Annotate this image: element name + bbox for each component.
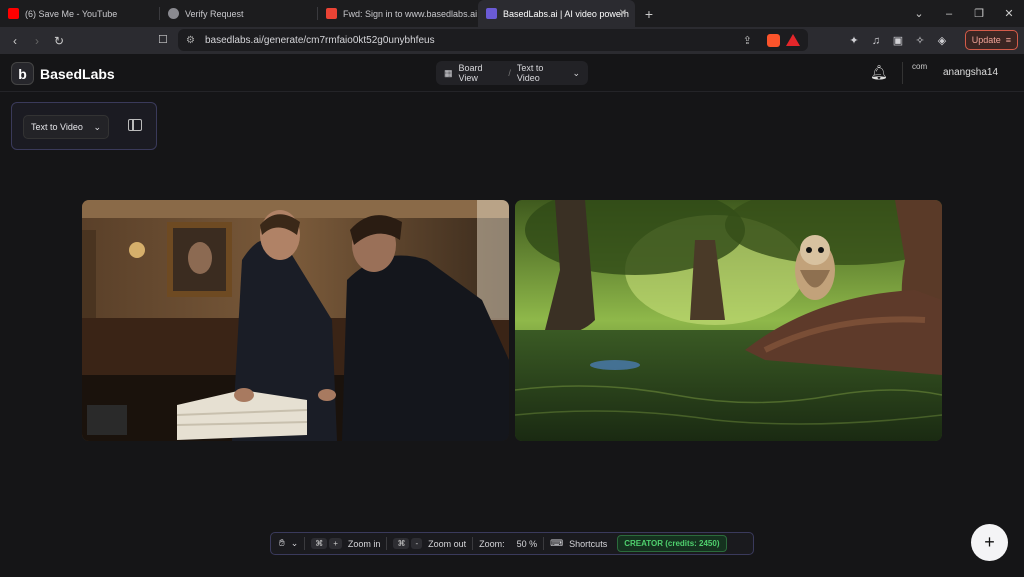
credits-badge[interactable]: CREATOR (credits: 2450) [617,535,727,552]
plus-icon: + [984,532,995,552]
office-scene-image [82,200,509,441]
gmail-icon [326,8,337,19]
sidebar-icon[interactable]: ▣ [892,34,904,47]
brave-rewards-icon[interactable] [786,34,800,46]
hand-tool-icon[interactable]: ✋︎ [279,538,285,549]
brave-shields-icon[interactable] [767,33,780,47]
chevron-down-icon: ⌄ [93,121,101,132]
kbd-minus: - [411,538,423,549]
extension-icons: ✦ ♫ ▣ ✧ ◈ [848,27,948,54]
bookmark-icon[interactable]: ☐ [158,33,168,46]
globe-icon [168,8,179,19]
tab-title: Fwd: Sign in to www.basedlabs.ai - c [343,8,478,19]
reload-button[interactable]: ↻ [48,34,70,48]
chevron-down-icon[interactable]: ⌄ [291,538,299,549]
generated-video-card[interactable] [82,200,509,441]
kbd-plus: + [329,538,342,549]
notification-bell-icon[interactable]: 🔔︎ [870,64,888,81]
breadcrumb-board-view[interactable]: Board View [459,63,503,83]
username[interactable]: anangsha14 [943,67,998,78]
shortcuts-button[interactable]: Shortcuts [569,539,607,549]
owl-forest-scene-image [515,200,942,441]
youtube-icon [8,8,19,19]
zoom-out-button[interactable]: Zoom out [428,539,466,549]
maximize-button[interactable]: ❐ [964,7,994,20]
url-text: basedlabs.ai/generate/cm7rmfaio0kt52g0un… [204,34,435,46]
kbd-cmd: ⌘ [311,538,328,549]
minimize-button[interactable]: – [934,8,964,20]
address-bar[interactable]: ⚙ basedlabs.ai/generate/cm7rmfaio0kt52g0… [178,29,808,51]
zoom-label: Zoom: [479,538,505,549]
panel-toggle-icon[interactable] [128,119,142,131]
basedlabs-favicon-icon [486,8,497,19]
extensions-icon[interactable]: ✦ [848,34,860,47]
tab-title: BasedLabs.ai | AI video powerh [503,8,629,19]
share-icon[interactable]: ⇪ [743,34,752,47]
browser-toolbar: ‹ › ↻ ☐ ⚙ basedlabs.ai/generate/cm7rmfai… [0,27,1024,54]
breadcrumb-mode[interactable]: Text to Video [517,63,567,83]
site-settings-icon[interactable]: ⚙ [186,35,195,46]
mode-panel: Text to Video ⌄ [11,102,157,150]
browser-tab-active[interactable]: BasedLabs.ai | AI video powerh ✕ [478,0,635,27]
canvas-toolbar: ✋︎ ⌄ ⌘ + Zoom in ⌘ - Zoom out Zoom: 50 %… [270,532,754,555]
browser-tab[interactable]: Verify Request [160,0,318,27]
tab-title: Verify Request [185,8,244,19]
forward-button[interactable]: › [26,34,48,48]
app-header: b BasedLabs ▦ Board View / Text to Video… [0,54,1024,92]
chevron-down-icon[interactable]: ⌄ [572,68,580,79]
media-icon[interactable]: ♫ [870,35,882,47]
close-tab-icon[interactable]: ✕ [619,8,627,19]
generated-video-card[interactable] [515,200,942,441]
keyboard-icon: ⌨ [550,538,564,548]
tab-title: (6) Save Me - YouTube [25,8,118,19]
close-window-button[interactable]: ✕ [994,7,1024,20]
brand-logo[interactable]: b BasedLabs [11,62,115,85]
breadcrumb: ▦ Board View / Text to Video ⌄ [436,61,588,85]
mode-dropdown-value: Text to Video [31,122,83,132]
zoom-in-button[interactable]: Zoom in [348,539,381,549]
browser-tab[interactable]: Fwd: Sign in to www.basedlabs.ai - c [318,0,478,27]
vpn-icon[interactable]: ◈ [936,34,948,47]
browser-tab[interactable]: (6) Save Me - YouTube [0,0,160,27]
kbd-cmd: ⌘ [393,538,410,549]
leo-ai-icon[interactable]: ✧ [914,34,926,47]
update-button[interactable]: Update ≡ [964,30,1018,50]
window-controls: ⌄ – ❐ ✕ [904,0,1024,27]
update-label: Update [971,35,1001,45]
back-button[interactable]: ‹ [4,34,26,48]
mode-dropdown[interactable]: Text to Video ⌄ [23,115,109,139]
brand-name: BasedLabs [40,65,115,82]
new-tab-button[interactable]: + [639,6,659,22]
basedlabs-logo-icon: b [11,62,34,85]
browser-tab-strip: (6) Save Me - YouTube Verify Request Fwd… [0,0,1024,27]
add-button[interactable]: + [971,524,1008,561]
tab-search-chevron-icon[interactable]: ⌄ [904,7,934,20]
avatar[interactable]: com [912,62,936,84]
board-grid-icon: ▦ [444,67,453,78]
zoom-value[interactable]: 50 % [517,539,538,549]
menu-icon: ≡ [1005,35,1011,45]
